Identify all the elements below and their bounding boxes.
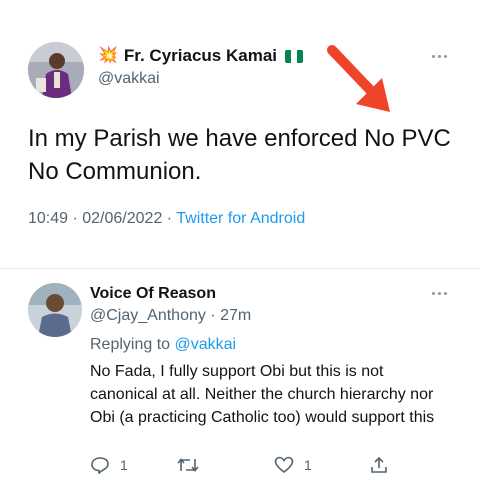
red-arrow-annotation <box>327 45 390 112</box>
collision-emoji: 💥 <box>98 47 118 64</box>
author-avatar[interactable] <box>28 42 84 98</box>
reply-age[interactable]: · 27m <box>206 307 251 324</box>
tweet-timestamp-row: 10:49 · 02/06/2022 · Twitter for Android <box>28 210 305 228</box>
tweet-timestamp[interactable]: 10:49 · 02/06/2022 · <box>28 210 176 227</box>
author-name-row[interactable]: 💥 Fr. Cyriacus Kamai <box>98 46 303 66</box>
reply-author-name[interactable]: Voice Of Reason <box>90 285 216 303</box>
reply-more-options-icon[interactable] <box>432 292 447 295</box>
reply-avatar-photo <box>28 283 82 337</box>
author-name[interactable]: Fr. Cyriacus Kamai <box>124 46 277 66</box>
replying-to-label: Replying to <box>90 336 175 353</box>
reply-action[interactable]: 1 <box>90 456 128 474</box>
replying-to: Replying to @vakkai <box>90 336 236 354</box>
reply-count: 1 <box>120 457 128 473</box>
tweet-source-link[interactable]: Twitter for Android <box>176 210 305 227</box>
share-action[interactable] <box>370 456 388 474</box>
nigeria-flag-icon <box>285 49 303 63</box>
replying-to-handle[interactable]: @vakkai <box>175 336 237 353</box>
retweet-action[interactable] <box>176 456 210 474</box>
author-handle[interactable]: @vakkai <box>98 70 160 88</box>
like-count: 1 <box>304 457 312 473</box>
retweet-icon <box>177 458 199 472</box>
share-icon <box>371 456 387 473</box>
reply-author-handle[interactable]: @Cjay_Anthony <box>90 307 206 324</box>
like-action[interactable]: 1 <box>274 456 312 474</box>
tweet-text: In my Parish we have enforced No PVC No … <box>28 125 451 185</box>
divider <box>0 268 480 269</box>
avatar-photo <box>28 42 84 98</box>
more-options-icon[interactable] <box>432 55 447 58</box>
reply-author-avatar[interactable] <box>28 283 82 337</box>
reply-handle-row: @Cjay_Anthony · 27m <box>90 307 251 325</box>
reply-icon <box>91 457 109 474</box>
heart-icon <box>274 456 294 474</box>
reply-text: No Fada, I fully support Obi but this is… <box>90 363 435 426</box>
